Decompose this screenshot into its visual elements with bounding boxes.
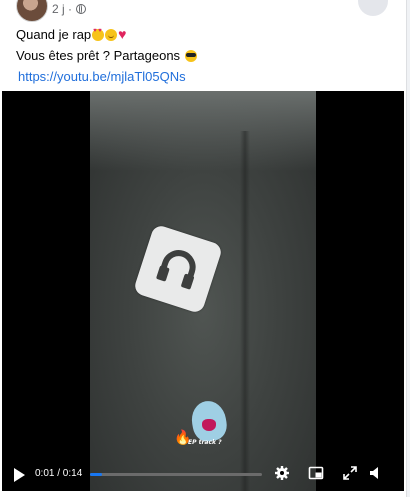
sticker-caption: EP track ? [188, 439, 222, 446]
video-glow [90, 91, 316, 171]
post-time[interactable]: 2 j · [52, 2, 72, 16]
more-options-button[interactable] [358, 0, 388, 16]
progress-bar[interactable] [90, 473, 262, 476]
shark-mouth [202, 419, 216, 431]
play-icon[interactable] [14, 468, 25, 482]
smile-emoji-icon [105, 29, 118, 41]
post-text-line-2: Vous êtes prêt ? Partageons [16, 48, 197, 63]
heart-eyes-emoji-icon [92, 28, 105, 41]
post-text-2: Vous êtes prêt ? Partageons [16, 48, 181, 63]
shark-sticker: 🔥 EP track ? [172, 398, 236, 451]
post-card: 2 j · Quand je rap ♥ Vous êtes prêt ? Par… [0, 0, 407, 497]
video-shadow [240, 131, 250, 491]
post-text-1: Quand je rap [16, 27, 92, 42]
video-time: 0:01 / 0:14 [35, 468, 83, 479]
globe-icon [76, 3, 87, 14]
red-heart-emoji-icon: ♥ [118, 26, 127, 42]
expand-icon[interactable] [342, 465, 358, 481]
video-controls: 0:01 / 0:14 [2, 465, 404, 492]
progress-fill [90, 473, 103, 476]
youtube-link[interactable]: https://youtu.be/mjlaTl05QNs [18, 69, 186, 84]
volume-icon[interactable] [368, 465, 384, 481]
post-meta: 2 j · [52, 2, 87, 16]
gear-icon[interactable] [274, 465, 290, 481]
post-text-line-1: Quand je rap ♥ [16, 26, 126, 42]
video-player[interactable]: 🔥 EP track ? [2, 91, 404, 491]
avatar[interactable] [16, 0, 48, 22]
picture-in-picture-icon[interactable] [308, 465, 324, 481]
sunglasses-emoji-icon [184, 50, 197, 62]
